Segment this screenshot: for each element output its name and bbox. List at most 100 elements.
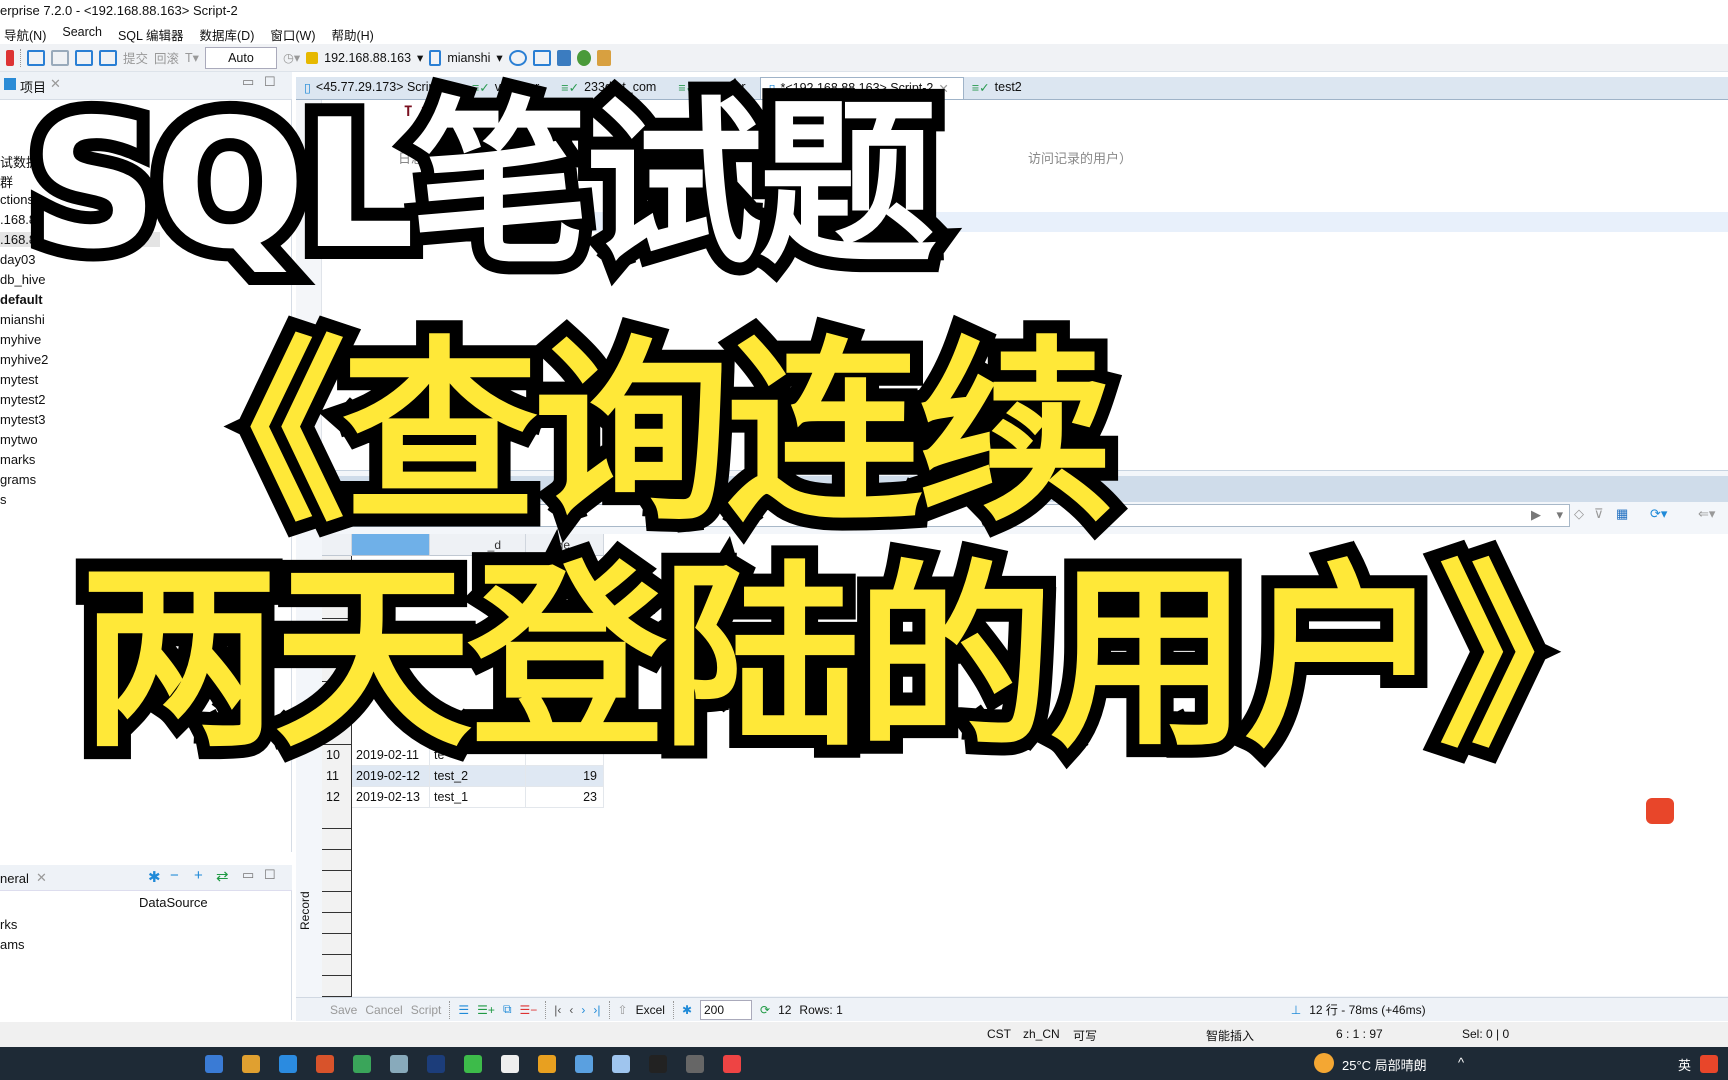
next-page-icon[interactable]: › (581, 1003, 585, 1017)
export-icon[interactable]: ⇧ (618, 1003, 628, 1017)
panel-settings-icon[interactable]: ▦ (1616, 506, 1628, 522)
tree-item[interactable]: s (0, 492, 7, 507)
menu-search[interactable]: Search (62, 25, 102, 44)
filter-icon[interactable]: ⊽ (1594, 506, 1604, 522)
editor-tab[interactable]: ≡✓ test2 (964, 77, 1036, 99)
taskbar-app-icon[interactable] (501, 1055, 519, 1073)
tree-item[interactable]: grams (0, 472, 36, 487)
table-row[interactable]: 12 2019-02-13 test_1 23 (322, 787, 604, 808)
tree-item[interactable]: 群 (0, 172, 13, 191)
taskbar-app-icon[interactable] (649, 1055, 667, 1073)
database-select[interactable]: mianshi (447, 51, 490, 65)
fetch-size-input[interactable]: 200 (700, 999, 752, 1020)
tray-chevron-icon[interactable]: ^ (1458, 1055, 1464, 1070)
tree-item[interactable]: myhive2 (0, 352, 48, 367)
close-icon[interactable]: ✕ (938, 81, 948, 99)
taskbar-app-icon[interactable] (242, 1055, 260, 1073)
menu-navigate[interactable]: 导航(N) (4, 25, 46, 44)
tree-item[interactable]: mytwo (0, 432, 38, 447)
taskbar-app-icon[interactable] (353, 1055, 371, 1073)
close-icon[interactable]: ✕ (36, 870, 47, 886)
tree-item[interactable]: mianshi (0, 312, 45, 327)
tree-item[interactable]: mytest2 (0, 392, 46, 407)
transaction-mode-icon[interactable]: T▾ (185, 50, 199, 65)
gear-icon[interactable]: ✱ (148, 868, 161, 886)
menu-window[interactable]: 窗口(W) (270, 25, 315, 44)
gear-icon[interactable]: ✱ (682, 1003, 692, 1017)
tree-item[interactable]: ctions (0, 192, 34, 207)
refresh-icon[interactable]: ⟳ (760, 1003, 770, 1017)
taskbar-app-icon[interactable] (390, 1055, 408, 1073)
debug-icon[interactable] (576, 49, 591, 66)
cell-user[interactable]: test_1 (430, 787, 526, 808)
network-icon[interactable] (556, 49, 571, 66)
open-script-icon[interactable] (75, 49, 93, 66)
sql-template-icon[interactable] (532, 49, 551, 66)
ime-indicator[interactable]: 英 (1678, 1055, 1691, 1074)
last-page-icon[interactable]: ›| (593, 1003, 600, 1017)
prev-page-icon[interactable]: ‹ (569, 1003, 573, 1017)
maximize-icon[interactable]: ☐ (264, 867, 276, 883)
taskbar-app-icon[interactable] (723, 1055, 741, 1073)
new-script-icon[interactable] (51, 49, 69, 66)
script-button[interactable]: Script (411, 1003, 442, 1017)
recent-script-icon[interactable] (99, 49, 117, 66)
rollback-button[interactable]: 回滚 (154, 48, 179, 67)
tab-general[interactable]: neral (0, 871, 29, 886)
taskbar-app-icon[interactable] (612, 1055, 630, 1073)
chevron-down-icon[interactable]: ▾ (496, 50, 502, 65)
weather-text[interactable]: 25°C 局部晴朗 (1342, 1055, 1427, 1074)
disconnect-icon[interactable] (6, 49, 14, 66)
sogou-icon[interactable] (1700, 1055, 1718, 1073)
cancel-button[interactable]: Cancel (365, 1003, 402, 1017)
commit-button[interactable]: 提交 (123, 48, 148, 67)
status-insert: 智能插入 (1206, 1029, 1255, 1043)
menu-sql-editor[interactable]: SQL 编辑器 (118, 25, 184, 44)
refresh-icon[interactable]: ⟳▾ (1650, 506, 1667, 522)
menu-database[interactable]: 数据库(D) (200, 25, 255, 44)
taskbar-app-icon[interactable] (316, 1055, 334, 1073)
tree-item[interactable]: mytest3 (0, 412, 46, 427)
save-button[interactable]: Save (330, 1003, 357, 1017)
taskbar-app-icon[interactable] (686, 1055, 704, 1073)
tree-item[interactable]: marks (0, 452, 35, 467)
tools-icon[interactable] (596, 49, 611, 66)
commit-mode-select[interactable]: Auto (204, 46, 277, 69)
weather-icon[interactable] (1314, 1053, 1334, 1073)
delete-row-icon[interactable]: ☰− (520, 1003, 538, 1017)
sogou-ime-icon[interactable] (1646, 798, 1674, 824)
edit-row-icon[interactable]: ☰ (458, 1003, 469, 1017)
tree-item[interactable]: default (0, 292, 43, 307)
dashboard-icon[interactable] (508, 49, 527, 66)
menu-help[interactable]: 帮助(H) (331, 25, 373, 44)
list-item[interactable]: ams (0, 937, 25, 952)
cell-age[interactable]: 23 (526, 787, 604, 808)
add-row-icon[interactable]: ☰+ (477, 1003, 495, 1017)
tree-item[interactable]: mytest (0, 372, 38, 387)
first-page-icon[interactable]: |‹ (554, 1003, 561, 1017)
cell-date[interactable]: 2019-02-13 (352, 787, 430, 808)
back-icon[interactable]: ⇐▾ (1698, 506, 1715, 522)
taskbar-app-icon[interactable] (279, 1055, 297, 1073)
minimize-icon[interactable]: ▭ (242, 867, 254, 883)
chevron-down-icon[interactable]: ▾ (417, 50, 423, 65)
copy-row-icon[interactable]: ⧉ (503, 1002, 512, 1017)
history-icon[interactable]: ◷▾ (283, 50, 300, 65)
sql-editor-icon[interactable] (27, 49, 45, 66)
connection-select[interactable]: 192.168.88.163 (324, 51, 411, 65)
taskbar-app-icon[interactable] (205, 1055, 223, 1073)
export-excel-button[interactable]: Excel (636, 1003, 665, 1017)
add-icon[interactable]: + (194, 867, 203, 884)
eraser-icon[interactable]: ◇ (1574, 506, 1584, 522)
remove-icon[interactable]: − (170, 867, 179, 884)
cell-n[interactable]: 12 (322, 787, 352, 808)
taskbar-app-icon[interactable] (464, 1055, 482, 1073)
taskbar-app-icon[interactable] (427, 1055, 445, 1073)
record-mode-toggle[interactable]: Record (298, 891, 312, 930)
tree-item[interactable]: myhive (0, 332, 41, 347)
taskbar-app-icon[interactable] (538, 1055, 556, 1073)
list-item[interactable]: rks (0, 917, 17, 932)
taskbar-app-icon[interactable] (575, 1055, 593, 1073)
swap-icon[interactable]: ⇄ (216, 867, 229, 885)
column-header-datasource[interactable]: DataSource (139, 895, 208, 910)
